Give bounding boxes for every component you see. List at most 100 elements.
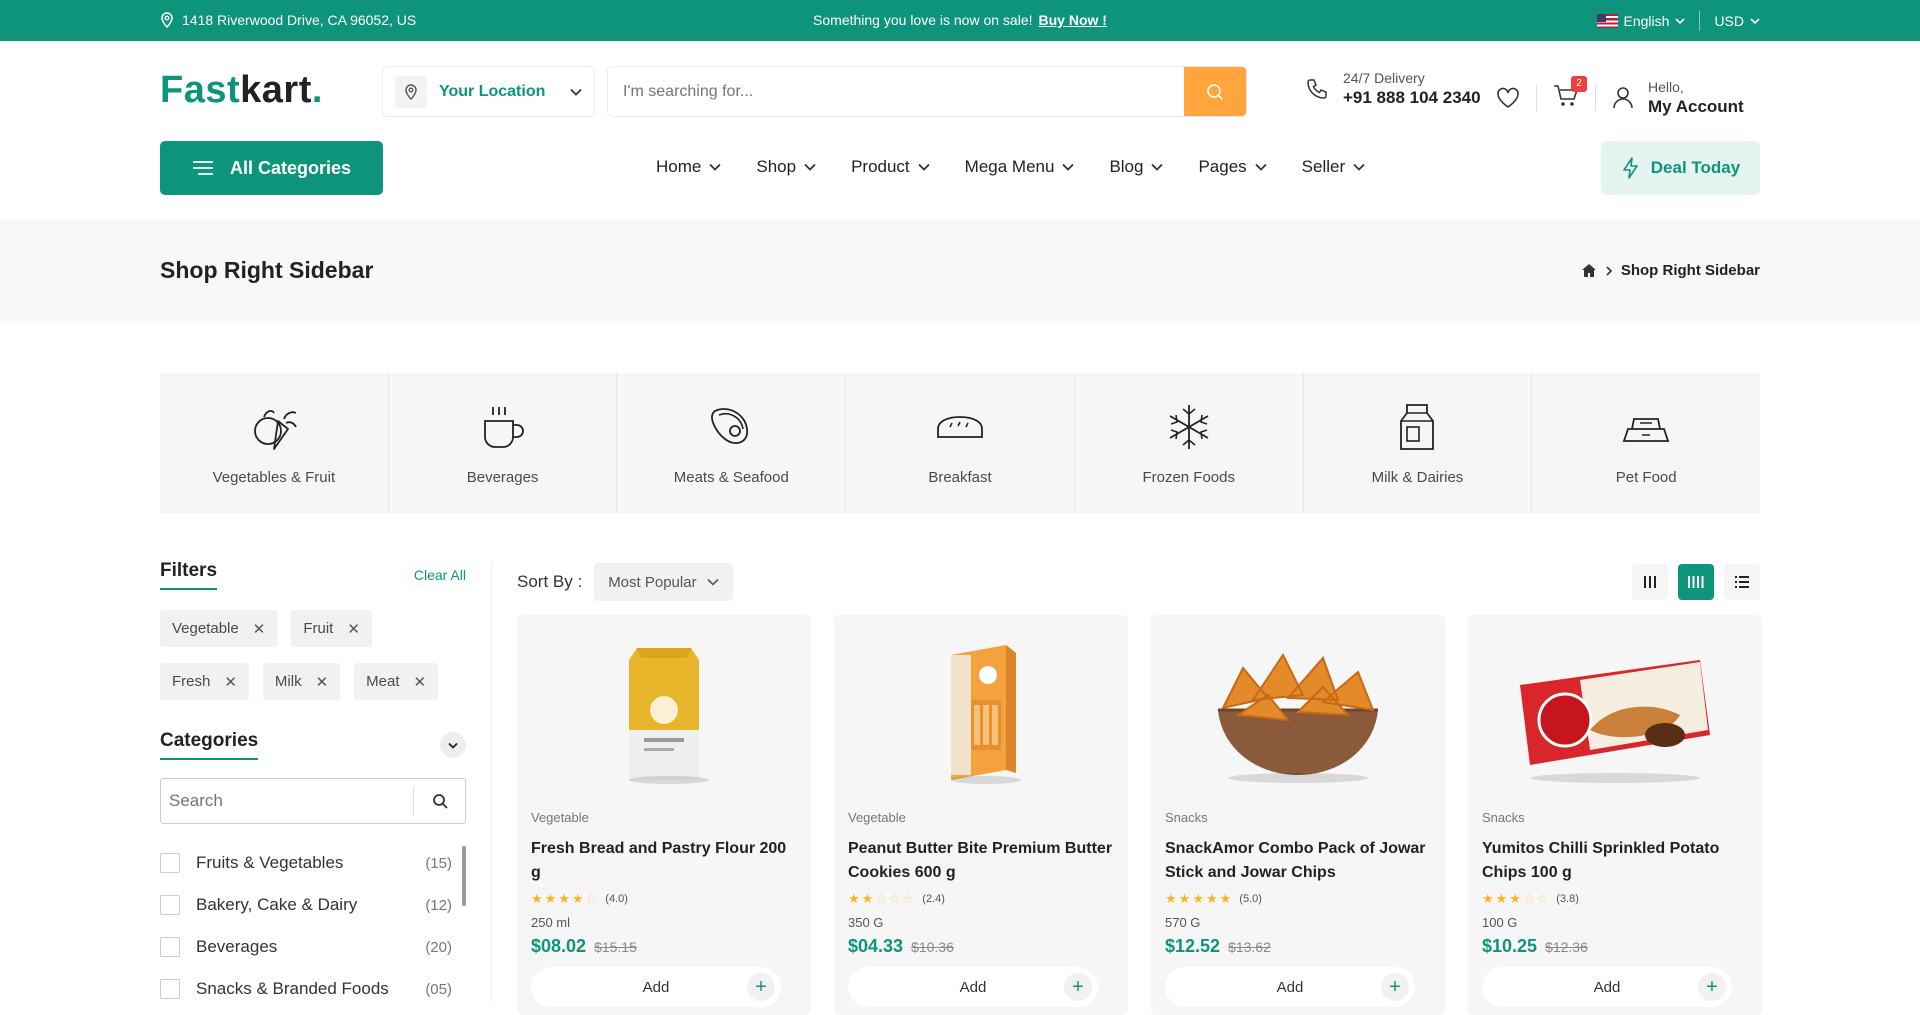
checkbox[interactable] (160, 979, 180, 999)
category-search-input[interactable] (161, 791, 413, 811)
steak-icon (711, 407, 749, 444)
category-beverages[interactable]: Beverages (389, 373, 618, 513)
nav-item-home[interactable]: Home (656, 157, 721, 177)
close-icon[interactable]: ✕ (347, 620, 360, 638)
deal-today-button[interactable]: Deal Today (1601, 141, 1760, 195)
product-image[interactable] (834, 615, 1128, 790)
plus-icon[interactable]: + (747, 973, 775, 1001)
category-list-scrollbar[interactable] (462, 846, 466, 906)
heart-icon[interactable] (1496, 87, 1520, 109)
close-icon[interactable]: ✕ (316, 673, 329, 691)
chevron-down-icon (1675, 18, 1686, 25)
chevron-down-icon (1353, 163, 1365, 171)
product-card[interactable]: Vegetable Peanut Butter Bite Premium But… (834, 615, 1128, 1015)
search-icon[interactable] (413, 786, 465, 816)
filter-chip[interactable]: Fresh ✕ (160, 663, 249, 700)
product-info: Vegetable Peanut Butter Bite Premium But… (848, 810, 1114, 1007)
product-unit: 570 G (1165, 915, 1201, 930)
main-nav: All Categories Home Shop Product Mega Me… (0, 141, 1920, 219)
search-input[interactable] (608, 67, 1184, 116)
grid-4-view-button[interactable] (1678, 564, 1714, 600)
home-icon[interactable] (1581, 263, 1597, 278)
category-breakfast[interactable]: Breakfast (846, 373, 1075, 513)
checkbox[interactable] (160, 895, 180, 915)
nav-label: Mega Menu (964, 157, 1055, 176)
filter-chip[interactable]: Vegetable ✕ (160, 610, 278, 647)
product-name[interactable]: Fresh Bread and Pastry Flour 200 g (531, 837, 797, 885)
star-icon: ★ (544, 891, 557, 906)
buy-now-link[interactable]: Buy Now ! (1039, 12, 1107, 28)
bread-icon (937, 415, 983, 438)
currency-select[interactable]: USD (1714, 13, 1760, 29)
category-strip: Vegetables & Fruit Beverages Meats & Sea… (160, 373, 1760, 513)
product-name[interactable]: Yumitos Chilli Sprinkled Potato Chips 10… (1482, 837, 1748, 885)
star-icon: ★ (571, 891, 584, 906)
category-option[interactable]: Fruits & Vegetables (15) (160, 842, 466, 884)
lightning-icon (1622, 157, 1638, 179)
close-icon[interactable]: ✕ (253, 620, 266, 638)
category-option-label: Fruits & Vegetables (196, 853, 344, 872)
search-bar (607, 66, 1247, 117)
list-view-button[interactable] (1724, 564, 1760, 600)
nav-item-pages[interactable]: Pages (1198, 157, 1267, 177)
checkbox[interactable] (160, 853, 180, 873)
nav-item-seller[interactable]: Seller (1302, 157, 1365, 177)
location-select[interactable]: Your Location (382, 66, 595, 117)
nav-item-mega-menu[interactable]: Mega Menu (965, 157, 1075, 177)
filter-chip[interactable]: Meat ✕ (354, 663, 439, 700)
plus-icon[interactable]: + (1698, 973, 1726, 1001)
nav-item-shop[interactable]: Shop (756, 157, 816, 177)
add-label: Add (1593, 978, 1621, 996)
grid-3-view-button[interactable] (1632, 564, 1668, 600)
category-option-label: Beverages (196, 937, 278, 956)
language-label: English (1623, 13, 1670, 29)
add-to-cart-button[interactable]: Add + (1165, 967, 1415, 1007)
nav-item-product[interactable]: Product (851, 157, 930, 177)
product-name[interactable]: Peanut Butter Bite Premium Butter Cookie… (848, 837, 1114, 885)
nav-item-blog[interactable]: Blog (1109, 157, 1164, 177)
language-select[interactable]: English (1596, 13, 1686, 29)
plus-icon[interactable]: + (1064, 973, 1092, 1001)
category-option[interactable]: Bakery, Cake & Dairy (12) (160, 884, 466, 926)
chip-label: Meat (366, 673, 400, 690)
add-to-cart-button[interactable]: Add + (531, 967, 781, 1007)
product-image[interactable] (1468, 615, 1762, 790)
filter-chip[interactable]: Fruit ✕ (291, 610, 372, 647)
category-milk-dairies[interactable]: Milk & Dairies (1304, 373, 1533, 513)
chip-label: Vegetable (172, 620, 239, 637)
all-categories-button[interactable]: All Categories (160, 141, 383, 195)
product-unit: 350 G (848, 915, 884, 930)
category-option-count: (15) (425, 854, 452, 872)
logo[interactable]: Fastkart. (160, 69, 323, 112)
category-frozen-foods[interactable]: Frozen Foods (1075, 373, 1304, 513)
category-meats-seafood[interactable]: Meats & Seafood (617, 373, 847, 513)
star-icon: ★ (1178, 891, 1191, 906)
filter-chip[interactable]: Milk ✕ (262, 663, 341, 700)
product-name[interactable]: SnackAmor Combo Pack of Jowar Stick and … (1165, 837, 1431, 885)
category-option[interactable]: Snacks & Branded Foods (05) (160, 968, 466, 1010)
close-icon[interactable]: ✕ (414, 673, 427, 691)
chevron-down-icon[interactable] (440, 732, 466, 758)
category-option[interactable]: Beverages (20) (160, 926, 466, 968)
plus-icon[interactable]: + (1381, 973, 1409, 1001)
product-image[interactable] (1151, 615, 1445, 790)
cart-button[interactable]: 2 (1553, 75, 1587, 113)
us-flag-icon (1596, 14, 1618, 28)
checkbox[interactable] (160, 937, 180, 957)
chevron-down-icon (1062, 163, 1075, 171)
product-card[interactable]: Vegetable Fresh Bread and Pastry Flour 2… (517, 615, 811, 1015)
product-card[interactable]: Snacks SnackAmor Combo Pack of Jowar Sti… (1151, 615, 1445, 1015)
add-to-cart-button[interactable]: Add + (1482, 967, 1732, 1007)
search-button[interactable] (1184, 67, 1246, 116)
product-card[interactable]: Snacks Yumitos Chilli Sprinkled Potato C… (1468, 615, 1762, 1015)
product-image[interactable] (517, 615, 811, 790)
account-menu[interactable]: Hello, My Account (1612, 79, 1744, 117)
add-to-cart-button[interactable]: Add + (848, 967, 1098, 1007)
clear-all-link[interactable]: Clear All (414, 567, 466, 583)
category-vegetables-fruit[interactable]: Vegetables & Fruit (160, 373, 389, 513)
categories-header[interactable]: Categories (160, 730, 466, 760)
close-icon[interactable]: ✕ (224, 673, 237, 691)
sort-select[interactable]: Most Popular (594, 563, 733, 601)
product-unit: 250 ml (531, 915, 571, 930)
category-pet-food[interactable]: Pet Food (1532, 373, 1760, 513)
